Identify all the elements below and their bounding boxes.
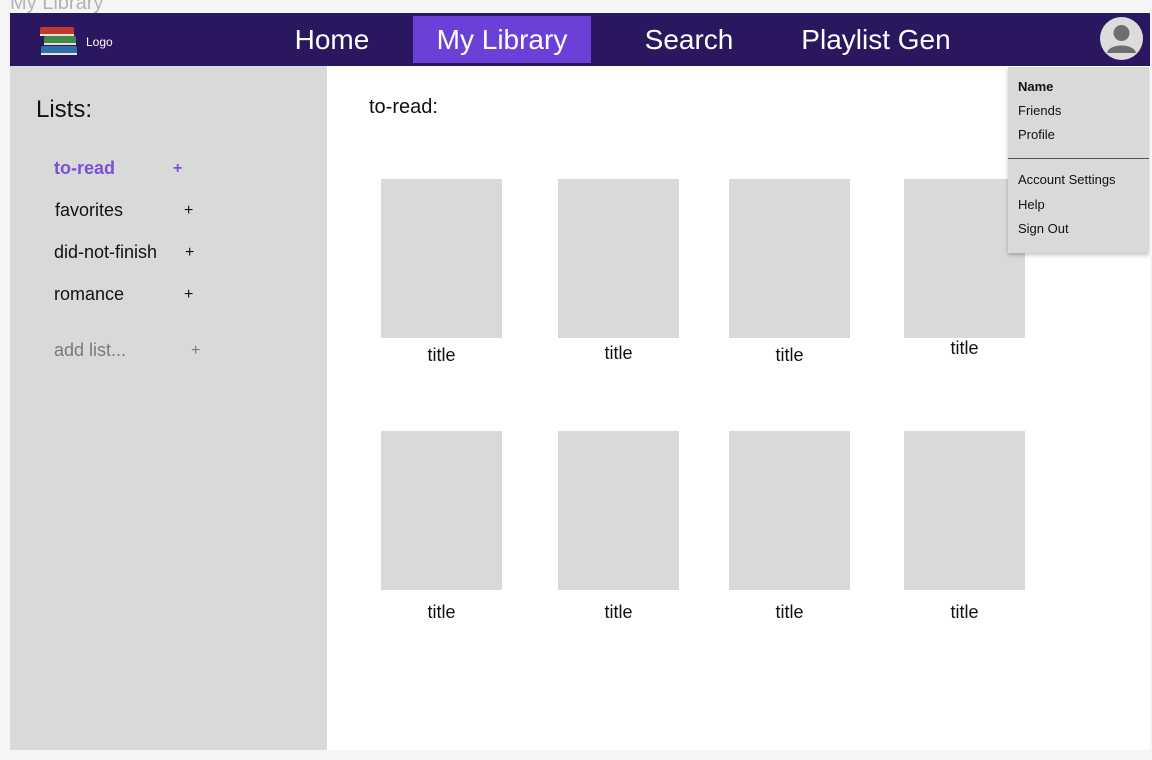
book-cover[interactable] [904,179,1025,338]
user-icon [1107,25,1136,53]
book-cover[interactable] [904,431,1025,590]
book-title[interactable]: title [729,345,850,366]
add-to-list-button[interactable]: + [184,202,193,220]
menu-item-friends[interactable]: Friends [1018,103,1061,118]
sidebar-title: Lists: [36,96,93,123]
app-frame: Logo Home My Library Search Playlist Gen… [10,13,1150,750]
menu-item-account-settings[interactable]: Account Settings [1018,172,1116,187]
book-cover[interactable] [729,431,850,590]
list-item-to-read[interactable]: to-read [54,158,115,179]
book-cover[interactable] [729,179,850,338]
logo-text: Logo [86,35,113,49]
logo-books-icon[interactable] [38,24,80,58]
book-cover[interactable] [381,431,502,590]
list-item-romance[interactable]: romance [54,284,124,305]
list-item-favorites[interactable]: favorites [55,200,123,221]
add-list-input[interactable]: add list... [54,340,126,361]
book-title[interactable]: title [381,345,502,366]
menu-item-sign-out[interactable]: Sign Out [1018,221,1069,236]
list-item-did-not-finish[interactable]: did-not-finish [54,242,157,263]
book-title[interactable]: title [381,602,502,623]
book-cover[interactable] [558,179,679,338]
top-navbar: Logo Home My Library Search Playlist Gen [10,13,1150,66]
menu-item-profile[interactable]: Profile [1018,127,1055,142]
add-to-list-button[interactable]: + [185,244,194,262]
current-list-heading: to-read: [369,96,438,118]
add-list-button[interactable]: + [191,342,200,360]
add-to-list-button[interactable]: + [184,286,193,304]
book-cover[interactable] [558,431,679,590]
user-menu-dropdown: Name Friends Profile Account Settings He… [1008,67,1149,253]
nav-my-library[interactable]: My Library [413,16,591,63]
nav-search[interactable]: Search [640,16,738,63]
book-title[interactable]: title [904,602,1025,623]
user-name: Name [1018,79,1054,94]
menu-item-help[interactable]: Help [1018,197,1045,212]
book-title[interactable]: title [558,602,679,623]
add-to-list-button[interactable]: + [173,160,182,178]
book-title[interactable]: title [904,338,1025,359]
menu-divider [1008,158,1149,159]
book-title[interactable]: title [729,602,850,623]
nav-playlist-gen[interactable]: Playlist Gen [796,16,956,63]
avatar[interactable] [1100,17,1143,60]
lists-sidebar: Lists: to-read + favorites + did-not-fin… [10,66,327,750]
nav-home[interactable]: Home [292,16,372,63]
book-title[interactable]: title [558,343,679,364]
book-cover[interactable] [381,179,502,338]
